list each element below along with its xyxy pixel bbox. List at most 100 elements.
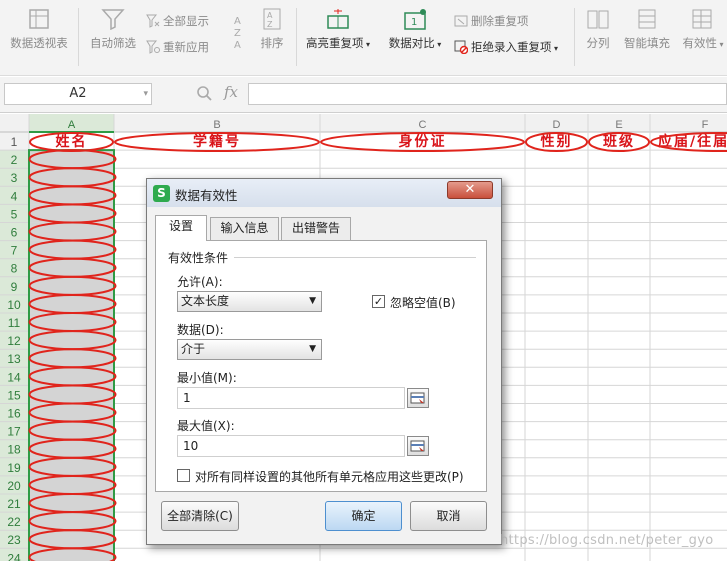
dialog-titlebar[interactable]: S 数据有效性 ✕: [147, 179, 501, 207]
row-header-23[interactable]: 23: [7, 533, 21, 547]
row-header-20[interactable]: 20: [7, 479, 21, 493]
sort-icon: AZ: [263, 8, 281, 30]
ignore-blank-checkbox[interactable]: ✓: [372, 295, 385, 308]
header-cell[interactable]: 班级: [603, 133, 635, 150]
row-header-1[interactable]: 1: [11, 135, 18, 149]
smart-fill-icon: [638, 9, 656, 29]
validity-criteria-label: 有效性条件: [168, 251, 229, 265]
apply-all-checkbox[interactable]: [177, 469, 190, 482]
row-header-12[interactable]: 12: [7, 334, 21, 348]
row-header-14[interactable]: 14: [7, 370, 21, 384]
max-value-input[interactable]: 10: [177, 435, 405, 457]
row-header-4[interactable]: 4: [11, 189, 18, 203]
row-header-3[interactable]: 3: [11, 171, 18, 185]
wps-logo-icon: S: [153, 185, 170, 202]
name-box[interactable]: A2 ▾: [4, 83, 152, 105]
dropdown-arrow-icon: ▼: [309, 296, 316, 306]
row-header-9[interactable]: 9: [11, 280, 18, 294]
reject-duplicates-button[interactable]: 拒绝录入重复项 ▾: [454, 38, 558, 56]
sort-button[interactable]: AZ 排序: [254, 8, 290, 64]
column-header-d[interactable]: D: [553, 119, 561, 131]
row-header-15[interactable]: 15: [7, 388, 21, 402]
group-divider: [234, 257, 476, 258]
data-compare-icon: 1: [404, 9, 426, 30]
svg-text:1: 1: [411, 17, 417, 28]
watermark-text: https://blog.csdn.net/peter_gyo: [500, 533, 714, 548]
header-cell[interactable]: 性别: [541, 133, 573, 150]
clear-all-button[interactable]: 全部清除(C): [161, 501, 239, 531]
ribbon-separator: [574, 8, 575, 66]
validity-icon: [692, 9, 712, 29]
column-header-e[interactable]: E: [615, 119, 622, 131]
row-header-8[interactable]: 8: [11, 262, 18, 276]
row-header-19[interactable]: 19: [7, 461, 21, 475]
sort-ascending-icon[interactable]: AZA: [232, 10, 250, 51]
row-header-10[interactable]: 10: [7, 298, 21, 312]
pivot-table-icon: [29, 9, 49, 29]
ribbon-toolbar: 数据透视表 自动筛选 全部显示 重新应用 AZA AZ 排序 高亮重复项 ▾ 1…: [0, 0, 727, 76]
range-picker-icon: [410, 440, 425, 452]
column-header-a[interactable]: A: [68, 119, 76, 131]
row-header-24[interactable]: 24: [7, 551, 21, 561]
row-header-5[interactable]: 5: [11, 207, 18, 221]
column-header-f[interactable]: F: [702, 119, 709, 131]
header-cell[interactable]: 身份证: [399, 133, 447, 150]
range-picker-button[interactable]: [407, 436, 429, 456]
allow-select[interactable]: 文本长度 ▼: [177, 291, 322, 312]
row-header-17[interactable]: 17: [7, 425, 21, 439]
header-cell[interactable]: 姓名: [56, 133, 88, 150]
highlight-duplicates-icon: [327, 9, 349, 29]
smart-fill-button[interactable]: 智能填充: [620, 8, 674, 64]
split-column-icon: [587, 10, 609, 29]
chevron-down-icon[interactable]: ▾: [143, 84, 148, 104]
row-header-6[interactable]: 6: [11, 226, 18, 240]
tab-input-message[interactable]: 输入信息: [210, 217, 279, 240]
column-header-b[interactable]: B: [213, 119, 220, 131]
row-header-16[interactable]: 16: [7, 407, 21, 421]
cancel-button[interactable]: 取消: [410, 501, 487, 531]
remove-duplicates-button[interactable]: 删除重复项: [454, 12, 529, 30]
show-all-button[interactable]: 全部显示: [146, 12, 209, 30]
zoom-icon[interactable]: [196, 85, 212, 101]
formula-input[interactable]: [248, 83, 727, 105]
settings-panel: 有效性条件 允许(A): 文本长度 ▼ ✓ 忽略空值(B) 数据(D): 介于 …: [155, 240, 487, 492]
filter-refresh-icon: [146, 40, 160, 54]
fx-icon[interactable]: fx: [224, 83, 238, 101]
pivot-table-button[interactable]: 数据透视表: [6, 8, 72, 64]
range-picker-button[interactable]: [407, 388, 429, 408]
highlight-duplicates-button[interactable]: 高亮重复项 ▾: [302, 8, 374, 64]
allow-label: 允许(A):: [177, 275, 223, 289]
header-cell[interactable]: 学籍号: [193, 133, 241, 150]
apply-all-label: 对所有同样设置的其他所有单元格应用这些更改(P): [195, 470, 464, 484]
validity-button[interactable]: 有效性 ▾: [678, 8, 727, 64]
row-header-13[interactable]: 13: [7, 352, 21, 366]
min-value-input[interactable]: 1: [177, 387, 405, 409]
row-header-18[interactable]: 18: [7, 443, 21, 457]
tab-error-alert[interactable]: 出错警告: [281, 217, 351, 240]
svg-text:A: A: [234, 40, 241, 50]
row-header-22[interactable]: 22: [7, 515, 21, 529]
svg-text:Z: Z: [234, 28, 241, 39]
range-picker-icon: [410, 392, 425, 404]
filter-clear-icon: [146, 14, 160, 28]
data-select[interactable]: 介于 ▼: [177, 339, 322, 360]
dialog-title: 数据有效性: [175, 188, 238, 203]
filter-icon: [101, 9, 125, 30]
ribbon-separator: [78, 8, 79, 66]
row-header-21[interactable]: 21: [7, 497, 21, 511]
split-column-button[interactable]: 分列: [580, 8, 616, 64]
ok-button[interactable]: 确定: [325, 501, 402, 531]
row-header-2[interactable]: 2: [11, 153, 18, 167]
column-header-c[interactable]: C: [419, 119, 427, 131]
ignore-blank-label: 忽略空值(B): [390, 296, 456, 310]
auto-filter-button[interactable]: 自动筛选: [86, 8, 140, 64]
tab-settings[interactable]: 设置: [155, 215, 207, 241]
data-compare-button[interactable]: 1 数据对比 ▾: [384, 8, 446, 64]
svg-text:A: A: [267, 11, 273, 20]
max-value-label: 最大值(X):: [177, 419, 235, 433]
reject-duplicates-icon: [454, 40, 468, 54]
row-header-11[interactable]: 11: [8, 316, 21, 330]
reapply-button[interactable]: 重新应用: [146, 38, 209, 56]
close-button[interactable]: ✕: [447, 181, 493, 199]
row-header-7[interactable]: 7: [11, 244, 18, 258]
